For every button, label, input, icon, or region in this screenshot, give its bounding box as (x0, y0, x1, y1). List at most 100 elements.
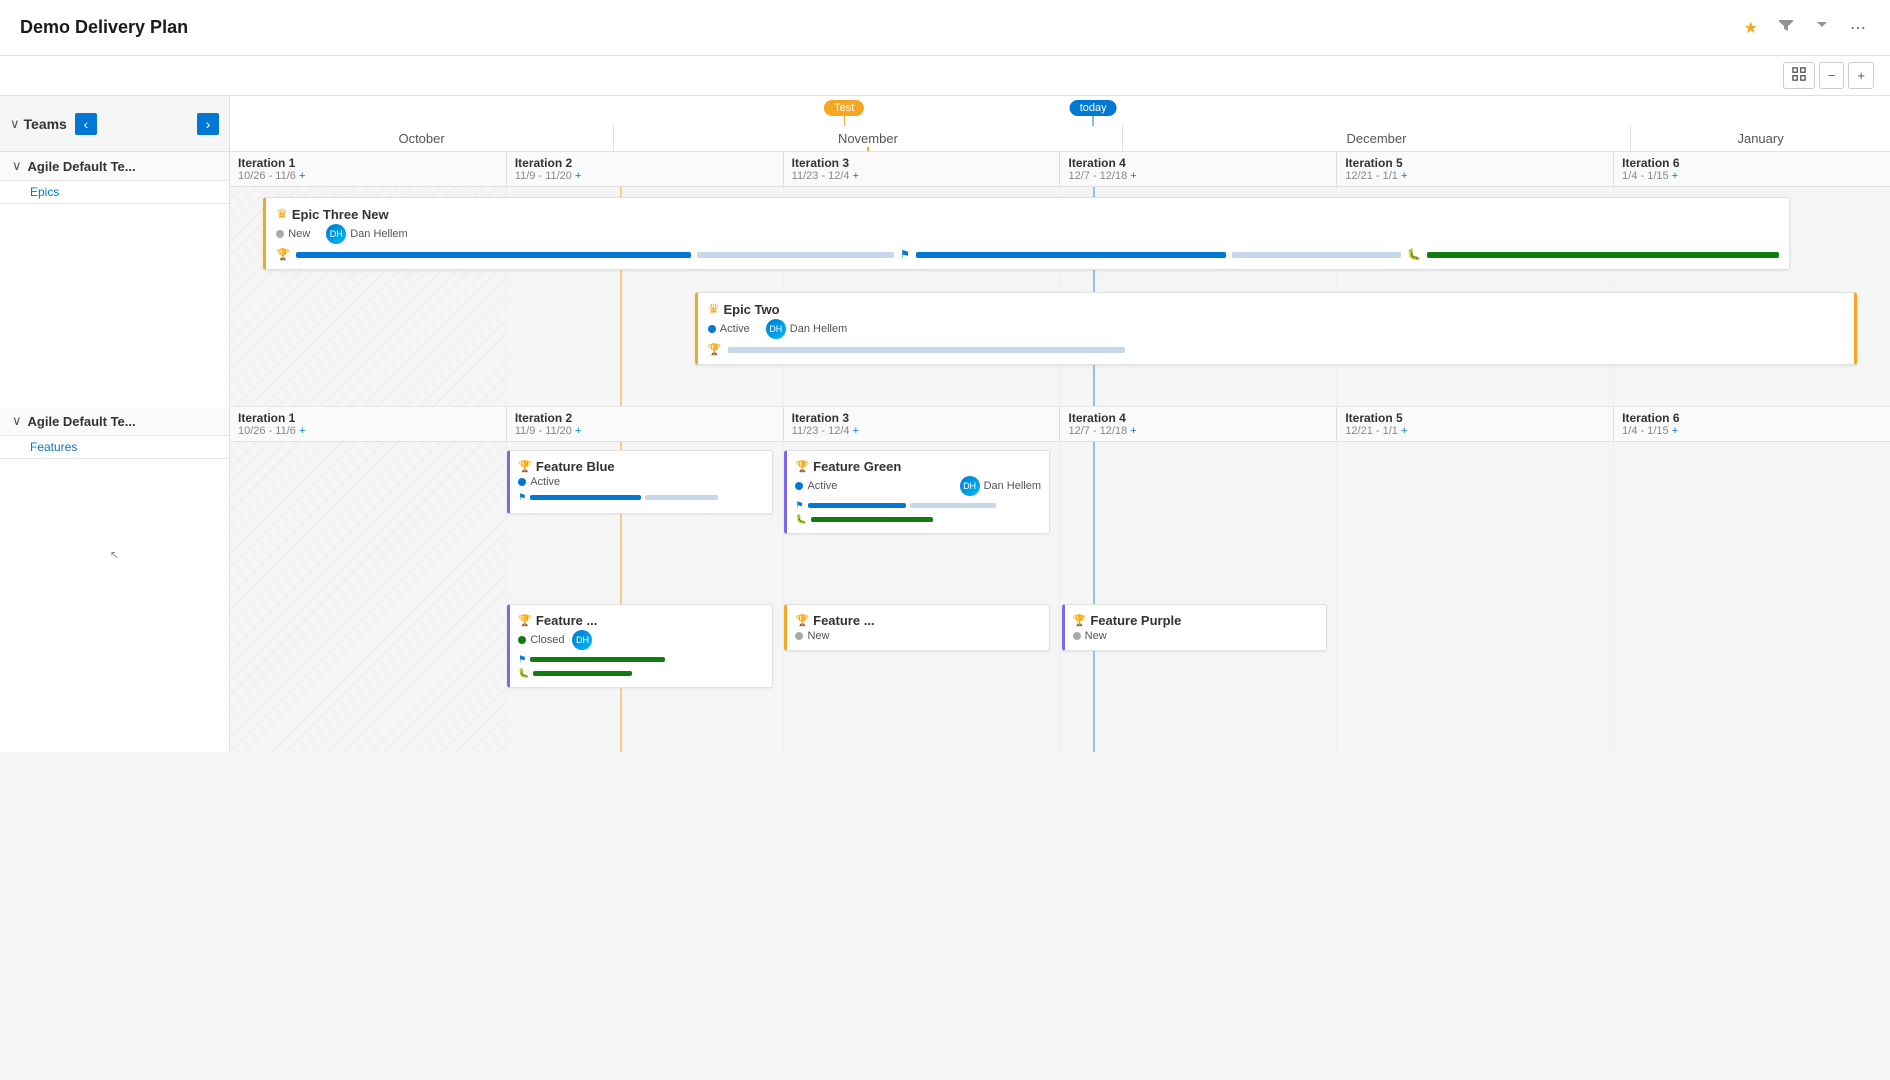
iter-epics-1: Iteration 1 10/26 - 11/6 + (230, 152, 507, 186)
team-features-collapse-icon[interactable]: ∨ (12, 413, 22, 429)
feat-purple-dot (1073, 632, 1081, 640)
feat-blue-title: Feature Blue (536, 459, 615, 474)
iter-feat-6-plus[interactable]: + (1672, 425, 1678, 437)
bar-grey-two (728, 347, 1126, 353)
iter-epics-5-plus[interactable]: + (1401, 170, 1407, 182)
nav-left-button[interactable]: ‹ (75, 113, 97, 135)
features-backlog-link[interactable]: Features (0, 436, 229, 459)
feat-green-avatar: DH (960, 476, 980, 496)
more-icon[interactable]: ⋯ (1846, 14, 1870, 42)
epic-three-assignee-name: Dan Hellem (350, 228, 407, 240)
scroll-area[interactable]: ∨ Teams ‹ › Test today (0, 96, 1890, 1080)
feat-blue-status-text: Active (530, 476, 560, 488)
iter-feat-4-dates: 12/7 - 12/18 + (1068, 425, 1328, 437)
iter-feat-3: Iteration 3 11/23 - 12/4 + (784, 407, 1061, 441)
feat-closed-title: Feature ... (536, 613, 597, 628)
iter-feat-3-plus[interactable]: + (853, 425, 859, 437)
iter-feat-1-plus[interactable]: + (299, 425, 305, 437)
feat-new2-dot (795, 632, 803, 640)
feature-new2-card[interactable]: 🏆 Feature ... New (784, 604, 1050, 651)
feat-new2-title: Feature ... (813, 613, 874, 628)
feat-bg-5 (1614, 442, 1890, 752)
iter-epics-3-dates: 11/23 - 12/4 + (792, 170, 1052, 182)
iter-epics-3: Iteration 3 11/23 - 12/4 + (784, 152, 1061, 186)
feat-green-bar3 (811, 517, 934, 522)
trophy-feat-blue: 🏆 (518, 460, 532, 473)
feat-closed-bug: 🐛 (518, 668, 529, 679)
epic-three-status-text: New (288, 228, 310, 240)
iter-feat-4-plus[interactable]: + (1130, 425, 1136, 437)
star-icon[interactable]: ★ (1740, 14, 1762, 42)
epic-two-meta: Active DH Dan Hellem (708, 319, 1844, 339)
feature-purple-card[interactable]: 🏆 Feature Purple New (1062, 604, 1328, 651)
feat-green-assignee: DH Dan Hellem (960, 476, 1041, 496)
epic-two-avatar: DH (766, 319, 786, 339)
features-iter-header: Iteration 1 10/26 - 11/6 + Iteration 2 1… (230, 407, 1890, 442)
month-oct: October (230, 126, 614, 151)
feat-green-status: Active (795, 480, 837, 492)
iter-feat-6-name: Iteration 6 (1622, 411, 1882, 425)
month-row: October November December January (230, 126, 1890, 152)
team-epics-name: Agile Default Te... (28, 159, 136, 174)
team-features-right: Iteration 1 10/26 - 11/6 + Iteration 2 1… (230, 407, 1890, 752)
teams-collapse-icon[interactable]: ∨ (10, 116, 20, 132)
iter-icon: ⚑ (900, 248, 910, 261)
iter-epics-5-name: Iteration 5 (1345, 156, 1605, 170)
crown-icon-three: ♛ (276, 206, 288, 222)
trophy-feat-purple: 🏆 (1073, 614, 1087, 627)
epic-two-assignee: DH Dan Hellem (766, 319, 847, 339)
feat-today-line (1093, 442, 1095, 752)
main-container: − + ∨ Teams ‹ › Test (0, 56, 1890, 1080)
filter-icon[interactable] (1774, 13, 1798, 42)
sticky-header: ∨ Teams ‹ › Test today (0, 96, 1890, 152)
iter-epics-4-dates: 12/7 - 12/18 + (1068, 170, 1328, 182)
bar-green (1427, 252, 1779, 258)
iter-epics-6-plus[interactable]: + (1672, 170, 1678, 182)
iter-epics-2-name: Iteration 2 (515, 156, 775, 170)
iter-feat-6: Iteration 6 1/4 - 1/15 + (1614, 407, 1890, 441)
iter-epics-5-dates: 12/21 - 1/1 + (1345, 170, 1605, 182)
epics-backlog-link[interactable]: Epics (0, 181, 229, 204)
epic-two-bars: 🏆 (708, 343, 1844, 356)
feature-closed-card[interactable]: 🏆 Feature ... Closed DH ⚑ (507, 604, 773, 688)
test-marker: Test (824, 100, 864, 126)
feat-closed-bars1: ⚑ (518, 654, 764, 665)
iter-epics-4-plus[interactable]: + (1130, 170, 1136, 182)
toolbar: − + (0, 56, 1890, 96)
iter-feat-1-dates: 10/26 - 11/6 + (238, 425, 498, 437)
zoom-out-button[interactable]: − (1819, 62, 1845, 89)
fit-button[interactable] (1783, 62, 1815, 89)
feat-closed-bars2: 🐛 (518, 668, 764, 679)
feat-blue-dot (518, 478, 526, 486)
feat-green-bars1: ⚑ (795, 500, 1041, 511)
iter-epics-2: Iteration 2 11/9 - 11/20 + (507, 152, 784, 186)
feature-blue-card[interactable]: 🏆 Feature Blue Active ⚑ (507, 450, 773, 514)
feat-new2-status-text: New (807, 630, 829, 642)
iter-epics-3-name: Iteration 3 (792, 156, 1052, 170)
iter-epics-3-plus[interactable]: + (853, 170, 859, 182)
today-marker: today (1070, 100, 1117, 126)
feat-green-bar-icon1: ⚑ (795, 500, 803, 511)
epic-two-card[interactable]: ♛ Epic Two Active DH (695, 292, 1857, 365)
epic-three-card[interactable]: ♛ Epic Three New New DH (263, 197, 1790, 270)
feat-closed-title-row: 🏆 Feature ... (518, 613, 764, 628)
crown-icon-two: ♛ (708, 301, 720, 317)
iter-feat-5: Iteration 5 12/21 - 1/1 + (1337, 407, 1614, 441)
iter-feat-2-plus[interactable]: + (575, 425, 581, 437)
iter-epics-6-name: Iteration 6 (1622, 156, 1882, 170)
iter-epics-1-plus[interactable]: + (299, 170, 305, 182)
iter-epics-2-plus[interactable]: + (575, 170, 581, 182)
iter-epics-2-dates: 11/9 - 11/20 + (515, 170, 775, 182)
teams-header-cell: ∨ Teams ‹ › (0, 96, 230, 152)
team-epics-collapse-icon[interactable]: ∨ (12, 158, 22, 174)
feature-green-card[interactable]: 🏆 Feature Green Active DH (784, 450, 1050, 534)
trophy-feat-new2: 🏆 (795, 614, 809, 627)
feat-closed-status-row: Closed DH (518, 630, 764, 650)
nav-right-button[interactable]: › (197, 113, 219, 135)
zoom-in-button[interactable]: + (1848, 62, 1874, 89)
iter-feat-5-name: Iteration 5 (1345, 411, 1605, 425)
collapse-icon[interactable] (1810, 13, 1834, 42)
team-epics-right: Iteration 1 10/26 - 11/6 + Iteration 2 1… (230, 152, 1890, 407)
feat-purple-title: Feature Purple (1090, 613, 1181, 628)
iter-feat-5-plus[interactable]: + (1401, 425, 1407, 437)
